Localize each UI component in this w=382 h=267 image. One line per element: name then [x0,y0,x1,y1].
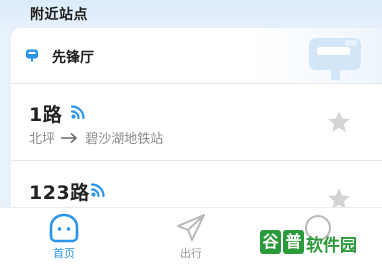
station-row[interactable]: 先锋厅 [11,28,382,83]
favorite-star-icon[interactable] [326,109,352,135]
route-row[interactable]: 1路 北坪 碧沙湖地铁站 [11,100,382,177]
realtime-signal-icon [90,183,105,198]
station-card: 先锋厅 1路 北坪 碧沙湖地铁站 123路 [11,28,382,213]
watermark-char: 普 [283,230,304,254]
route-origin: 北坪 [29,132,56,147]
route-number: 1路 [29,104,63,126]
watermark-text: 软件园 [306,236,357,256]
route-number: 123路 [29,182,90,204]
bus-stop-icon [26,49,38,62]
tab-label: 出行 [180,247,202,260]
arrow-right-icon [61,132,78,144]
divider [11,160,382,161]
home-icon [49,213,79,243]
tab-label: 首页 [53,247,75,260]
watermark-logo: 谷 普 软件园 [258,226,380,258]
bus-stop-illustration-icon [309,38,361,80]
nearby-stations-title: 附近站点 [30,7,88,23]
watermark-char: 谷 [260,230,281,254]
route-destination: 碧沙湖地铁站 [85,132,164,147]
route-direction: 北坪 碧沙湖地铁站 [29,128,163,147]
station-name: 先锋厅 [52,50,94,66]
divider [11,83,382,84]
tab-travel[interactable]: 出行 [151,208,231,267]
tab-home[interactable]: 首页 [24,208,104,267]
paper-plane-icon [177,214,205,241]
realtime-signal-icon [70,105,85,120]
